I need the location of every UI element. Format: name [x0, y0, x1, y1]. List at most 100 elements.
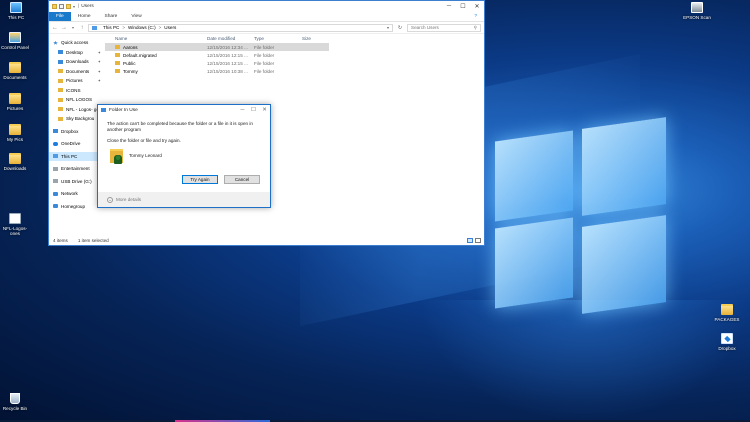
nav-downloads[interactable]: Downloads ✦ — [49, 57, 104, 67]
column-name[interactable]: Name — [115, 36, 207, 41]
breadcrumb-this-pc[interactable]: This PC — [103, 25, 119, 30]
nav-icons[interactable]: ICONS — [49, 86, 104, 96]
try-again-button[interactable]: Try Again — [182, 175, 218, 184]
minimize-button[interactable]: ─ — [442, 3, 456, 10]
nav-documents[interactable]: Documents ✦ — [49, 67, 104, 77]
nav-this-pc[interactable]: This PC — [49, 151, 104, 161]
new-folder-icon[interactable] — [66, 4, 71, 9]
title-separator: | — [78, 4, 80, 9]
nav-nfl-logos[interactable]: NFL LOGOS — [49, 95, 104, 105]
desktop-icon-packages[interactable]: PACKAGES — [712, 304, 742, 322]
close-button[interactable]: ✕ — [470, 3, 484, 10]
desktop-icon-epson-scan[interactable]: EPSON Scan — [682, 2, 712, 20]
desktop-icon-label: Downloads — [3, 166, 27, 171]
search-icon: ⚲ — [473, 24, 477, 30]
folder-icon — [115, 53, 120, 57]
table-row[interactable]: Public 12/15/2016 12:15 ... File folder — [105, 59, 484, 67]
dialog-titlebar[interactable]: Folder In Use ─ ☐ ✕ — [98, 105, 270, 115]
column-size[interactable]: Size — [302, 36, 332, 41]
breadcrumb-users[interactable]: Users — [164, 25, 176, 30]
folder-icon — [58, 116, 63, 121]
recent-locations-icon[interactable]: ▾ — [70, 25, 76, 30]
this-pc-icon — [92, 25, 97, 30]
desktop-icon-this-pc[interactable]: This PC — [1, 2, 31, 20]
explorer-titlebar[interactable]: ▾ | Users ─ ☐ ✕ — [49, 1, 484, 12]
nav-entertainment[interactable]: Entertainment — [49, 164, 104, 174]
nav-sky-backgrounds[interactable]: Sky Backgrou — [49, 114, 104, 124]
breadcrumb-drive[interactable]: Windows (C:) — [128, 25, 156, 30]
details-view-icon[interactable] — [467, 238, 473, 243]
search-box[interactable]: Search Users ⚲ — [407, 23, 481, 32]
cancel-button[interactable]: Cancel — [224, 175, 260, 184]
more-details-toggle[interactable]: ⌄ More details — [98, 192, 270, 207]
large-icons-view-icon[interactable] — [475, 238, 481, 243]
back-button[interactable]: ← — [52, 25, 58, 31]
desktop-icon-label: PACKAGES — [714, 317, 740, 322]
documents-icon — [9, 62, 21, 73]
help-button[interactable]: ? — [467, 12, 484, 21]
forward-button[interactable]: → — [61, 25, 67, 31]
nav-pictures[interactable]: Pictures ✦ — [49, 76, 104, 86]
table-row[interactable]: Aarons 12/15/2016 12:34 ... File folder — [105, 43, 329, 51]
maximize-button[interactable]: ☐ — [456, 3, 470, 10]
refresh-icon[interactable]: ↻ — [396, 25, 404, 31]
address-bar[interactable]: This PC > Windows (C:) > Users ▾ — [88, 23, 393, 32]
pin-icon: ✦ — [97, 49, 101, 55]
column-date-modified[interactable]: Date modified — [207, 36, 254, 41]
window-title: Users — [81, 4, 94, 9]
nav-dropbox[interactable]: Dropbox — [49, 127, 104, 137]
tab-share[interactable]: Share — [98, 12, 125, 21]
nav-nfl-logos-go[interactable]: NFL - Logos- go — [49, 105, 104, 115]
desktop-icon-label: Documents — [3, 75, 27, 80]
tab-home[interactable]: Home — [71, 12, 98, 21]
folder-in-use-dialog[interactable]: Folder In Use ─ ☐ ✕ The action can't be … — [97, 104, 271, 208]
table-row[interactable]: Tommy 12/15/2016 10:38 ... File folder — [105, 67, 484, 75]
document-icon — [9, 213, 21, 224]
nav-homegroup[interactable]: Homegroup — [49, 202, 104, 212]
nav-desktop[interactable]: Desktop ✦ — [49, 48, 104, 58]
nav-quick-access[interactable]: Quick access — [49, 38, 104, 48]
quick-access-dropdown-icon[interactable]: ▾ — [73, 4, 75, 9]
dialog-maximize-button[interactable]: ☐ — [248, 107, 259, 113]
network-icon — [53, 191, 58, 196]
nav-onedrive[interactable]: OneDrive — [49, 139, 104, 149]
address-row: ← → ▾ ↑ This PC > Windows (C:) > Users ▾… — [49, 22, 484, 34]
desktop-icon-label: Control Panel — [1, 45, 29, 50]
desktop-icon-recycle-bin[interactable]: Recycle Bin — [0, 393, 30, 411]
this-pc-icon — [10, 2, 22, 13]
desktop-icon-my-pics[interactable]: My Pics — [0, 124, 30, 142]
user-folder-icon — [110, 148, 123, 164]
desktop-icon-pictures[interactable]: Pictures — [0, 93, 30, 111]
up-button[interactable]: ↑ — [79, 25, 85, 31]
dialog-instruction: Close the folder or file and try again. — [107, 138, 181, 144]
onedrive-icon — [53, 141, 58, 146]
desktop-icon-nfl-logos[interactable]: NFL-Logos-ones — [0, 213, 30, 236]
table-row[interactable]: Default.migrated 12/15/2016 12:15 ... Fi… — [105, 51, 484, 59]
desktop-icon-control-panel[interactable]: Control Panel — [0, 32, 30, 50]
nav-usb-drive[interactable]: USB Drive (G:) — [49, 177, 104, 187]
control-panel-icon — [9, 32, 21, 43]
locked-file-name: Tommy Leonard — [129, 152, 162, 158]
dialog-title: Folder In Use — [109, 107, 138, 113]
desktop-icon-dropbox[interactable]: Dropbox — [712, 333, 742, 351]
desktop-icon-label: Dropbox — [718, 346, 736, 351]
desktop-icon — [58, 50, 63, 55]
folder-icon — [721, 304, 733, 315]
nav-network[interactable]: Network — [49, 189, 104, 199]
folder-icon — [115, 69, 120, 73]
windows-logo — [487, 117, 672, 318]
wallpaper-floor-glow — [420, 300, 750, 422]
tab-view[interactable]: View — [124, 12, 148, 21]
dialog-close-button[interactable]: ✕ — [259, 107, 270, 113]
downloads-icon — [9, 153, 21, 164]
properties-icon[interactable] — [59, 4, 64, 9]
scanner-icon — [691, 2, 703, 13]
desktop-icon-documents[interactable]: Documents — [0, 62, 30, 80]
column-type[interactable]: Type — [254, 36, 302, 41]
dialog-minimize-button[interactable]: ─ — [237, 107, 248, 113]
tab-file[interactable]: File — [49, 12, 71, 21]
breadcrumb-separator: > — [158, 25, 162, 30]
star-icon — [53, 40, 58, 45]
desktop-icon-downloads[interactable]: Downloads — [0, 153, 30, 171]
address-dropdown-icon[interactable]: ▾ — [387, 25, 389, 30]
